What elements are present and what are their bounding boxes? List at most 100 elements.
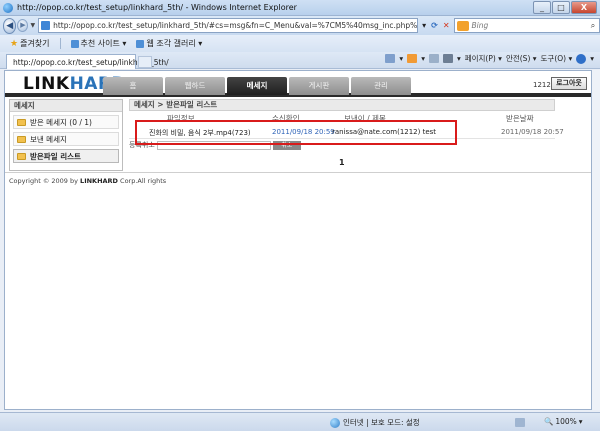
- maximize-button[interactable]: □: [552, 1, 570, 14]
- close-button[interactable]: X: [571, 1, 597, 14]
- feeds-icon[interactable]: [407, 54, 418, 63]
- column-received-date: 받은날짜: [506, 114, 534, 123]
- safety-menu[interactable]: 안전(S) ▾: [506, 53, 537, 64]
- favorites-bar: ★ 즐겨찾기 추천 사이트 ▾ 웹 조각 갤러리 ▾: [0, 35, 600, 52]
- back-button[interactable]: ◀: [3, 17, 17, 34]
- web-slice-icon: [136, 39, 145, 48]
- sidebar-item-received-files[interactable]: 받은파일 리스트: [13, 149, 119, 163]
- search-input[interactable]: Bing: [472, 21, 587, 30]
- cancel-registration-label: 등록취소: [129, 141, 155, 149]
- received-date-cell: 2011/09/18 20:57: [501, 128, 564, 136]
- nav-tab-admin[interactable]: 관리: [351, 77, 411, 95]
- logo-link-text: LINK: [23, 74, 70, 94]
- help-dropdown-icon[interactable]: ▾: [590, 54, 594, 63]
- user-id: 1212: [533, 81, 551, 89]
- vertical-scrollbar[interactable]: [592, 70, 600, 410]
- help-icon[interactable]: [576, 53, 587, 64]
- window-controls: _ □ X: [533, 1, 597, 14]
- copyright: Copyright © 2009 by LINKHARD Corp.All ri…: [9, 177, 166, 185]
- address-url[interactable]: http://opop.co.kr/test_setup/linkhard_5t…: [53, 21, 417, 30]
- sidebar-item-label: 보낸 메세지: [30, 134, 67, 144]
- title-bar: http://opop.co.kr/test_setup/linkhard_5t…: [0, 0, 600, 16]
- home-dropdown-icon[interactable]: ▾: [399, 54, 403, 63]
- cancel-registration-input[interactable]: [156, 140, 271, 150]
- web-slice-gallery-button[interactable]: 웹 조각 갤러리 ▾: [136, 38, 202, 49]
- zoom-icon: 🔍: [544, 417, 554, 426]
- ie-logo-icon: [3, 2, 13, 13]
- refresh-icon[interactable]: ⟳: [431, 21, 438, 30]
- search-icon[interactable]: ⌕: [587, 21, 599, 31]
- cancel-registration-button[interactable]: 취소: [272, 140, 301, 150]
- home-icon[interactable]: [385, 54, 396, 63]
- zoom-control[interactable]: 🔍 100% ▾: [544, 417, 583, 426]
- security-zone-label: 인터넷 | 보호 모드: 설정: [343, 418, 420, 427]
- print-dropdown-icon[interactable]: ▾: [457, 54, 461, 63]
- table-row[interactable]: 진화의 비밀, 음식 2부.mp4(723) 2011/09/18 20:59 …: [129, 125, 564, 139]
- suggested-sites-button[interactable]: 추천 사이트 ▾: [70, 38, 126, 49]
- new-tab-button[interactable]: [138, 56, 152, 68]
- nav-tab-board[interactable]: 게시판: [289, 77, 349, 95]
- read-mail-icon[interactable]: [428, 54, 439, 63]
- site-header: LINKHARD 홈 웹하드 메세지 게시판 관리 1212 로그아웃: [5, 71, 591, 97]
- folder-icon: [17, 135, 26, 143]
- recent-pages-dropdown[interactable]: ▼: [30, 22, 35, 29]
- main-content: 메세지 > 받은파일 리스트 파일정보 수신확인 보낸이 / 제목 받은날짜 진…: [129, 99, 564, 179]
- column-file-info: 파일정보: [167, 114, 195, 123]
- copyright-year: 2009 by: [49, 177, 81, 185]
- copyright-prefix: Copyright: [9, 177, 43, 185]
- address-tools: ▾ ⟳ ✕: [422, 21, 449, 30]
- favorites-label: 즐겨찾기: [20, 39, 50, 48]
- star-icon: ★: [10, 38, 19, 49]
- copyright-suffix: Corp.All rights: [117, 177, 167, 185]
- cancel-registration-row: 등록취소 취소: [129, 139, 301, 151]
- window-title: http://opop.co.kr/test_setup/linkhard_5t…: [17, 3, 297, 12]
- site-nav: 홈 웹하드 메세지 게시판 관리: [103, 77, 411, 95]
- feeds-dropdown-icon[interactable]: ▾: [421, 54, 425, 63]
- footer-divider: [5, 172, 591, 173]
- minimize-button[interactable]: _: [533, 1, 551, 14]
- breadcrumb: 메세지 > 받은파일 리스트: [129, 99, 555, 111]
- folder-icon: [17, 118, 26, 126]
- security-zone[interactable]: 인터넷 | 보호 모드: 설정: [330, 417, 420, 428]
- address-bar[interactable]: http://opop.co.kr/test_setup/linkhard_5t…: [38, 18, 419, 33]
- sidebar-item-label: 받은파일 리스트: [30, 151, 81, 161]
- pagination-page-1[interactable]: 1: [339, 158, 345, 167]
- print-icon[interactable]: [442, 54, 453, 63]
- globe-icon: [330, 417, 340, 428]
- page-menu[interactable]: 페이지(P) ▾: [465, 53, 502, 64]
- address-row: ◀ ▶ ▼ http://opop.co.kr/test_setup/linkh…: [0, 16, 600, 35]
- sidebar-item-label: 받은 메세지 (0 / 1): [30, 117, 92, 127]
- bing-icon: [456, 20, 469, 31]
- column-sender-title: 보낸이 / 제목: [344, 114, 386, 123]
- nav-tab-home[interactable]: 홈: [103, 77, 163, 95]
- sidebar-title: 메세지: [10, 100, 122, 112]
- suggested-sites-icon: [70, 39, 79, 48]
- nav-tab-webhard[interactable]: 웹하드: [165, 77, 225, 95]
- browser-tab[interactable]: http://opop.co.kr/test_setup/linkhard_5t…: [6, 54, 169, 69]
- search-box[interactable]: Bing ⌕: [453, 18, 600, 33]
- sidebar-item-sent-messages[interactable]: 보낸 메세지: [13, 132, 119, 146]
- stop-icon[interactable]: ✕: [443, 21, 450, 30]
- sender-title-cell[interactable]: ranissa@nate.com(1212) test: [332, 128, 436, 136]
- favorites-button[interactable]: ★ 즐겨찾기: [10, 38, 50, 49]
- page-icon: [41, 21, 51, 30]
- copyright-brand: LINKHARD: [80, 177, 118, 185]
- page-viewport: LINKHARD 홈 웹하드 메세지 게시판 관리 1212 로그아웃 메세지 …: [4, 70, 592, 410]
- tab-row: http://opop.co.kr/test_setup/linkhard_5t…: [0, 52, 600, 69]
- sidebar-item-received-messages[interactable]: 받은 메세지 (0 / 1): [13, 115, 119, 129]
- zoom-level: 100%: [555, 417, 577, 426]
- forward-button[interactable]: ▶: [17, 19, 29, 32]
- confirm-cell: 2011/09/18 20:59: [272, 128, 335, 136]
- zoom-dropdown-icon[interactable]: ▾: [579, 417, 583, 426]
- logout-button[interactable]: 로그아웃: [551, 77, 587, 90]
- divider: [59, 38, 61, 49]
- column-confirm: 수신확인: [272, 114, 300, 123]
- protected-mode-icon[interactable]: [515, 418, 525, 427]
- tools-menu[interactable]: 도구(O) ▾: [541, 53, 573, 64]
- command-bar: ▾ ▾ ▾ 페이지(P) ▾ 안전(S) ▾ 도구(O) ▾ ▾: [385, 53, 594, 64]
- file-info-cell[interactable]: 진화의 비밀, 음식 2부.mp4(723): [149, 128, 251, 138]
- nav-tab-message[interactable]: 메세지: [227, 77, 287, 95]
- folder-icon: [17, 152, 26, 160]
- status-bar: 인터넷 | 보호 모드: 설정 🔍 100% ▾: [0, 412, 600, 431]
- address-dropdown-icon[interactable]: ▾: [422, 21, 426, 30]
